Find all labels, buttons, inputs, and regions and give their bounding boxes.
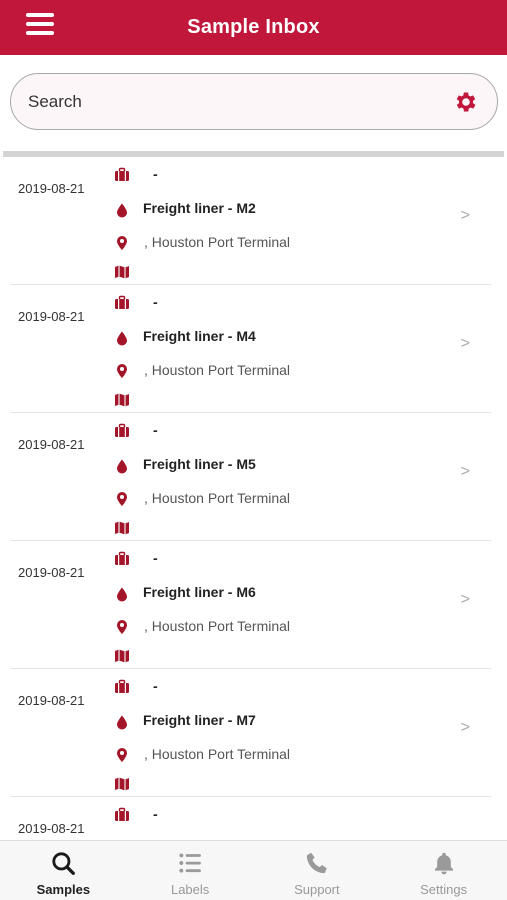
sample-row[interactable]: 2019-08-21 - Freight liner - M5 , Housto… (10, 413, 492, 541)
sample-date: 2019-08-21 (18, 437, 85, 452)
tab-label: Support (294, 882, 340, 897)
search-input[interactable] (28, 91, 453, 112)
gear-icon[interactable] (453, 89, 479, 115)
chevron-right-icon: > (460, 335, 470, 352)
sample-location: , Houston Port Terminal (144, 234, 291, 250)
chevron-right-icon: > (460, 719, 470, 736)
tab-label: Labels (170, 882, 210, 897)
location-pin-icon (117, 364, 127, 378)
map-icon (115, 521, 129, 535)
briefcase-icon (115, 679, 129, 693)
sample-id: - (153, 678, 158, 694)
location-pin-icon (117, 620, 127, 634)
sample-date: 2019-08-21 (18, 309, 85, 324)
sample-name: Freight liner - M6 (143, 584, 256, 600)
sample-row[interactable]: 2019-08-21 - (10, 797, 492, 840)
sample-date: 2019-08-21 (18, 693, 85, 708)
chevron-right-icon: > (460, 591, 470, 608)
sample-location: , Houston Port Terminal (144, 362, 291, 378)
drop-icon (117, 203, 127, 218)
tab-label: Samples (36, 882, 91, 897)
chevron-right-icon: > (460, 463, 470, 480)
sample-row[interactable]: 2019-08-21 - Freight liner - M2 , Housto… (10, 157, 492, 285)
sample-row[interactable]: 2019-08-21 - Freight liner - M4 , Housto… (10, 285, 492, 413)
briefcase-icon (115, 551, 129, 565)
list-icon (179, 853, 201, 873)
tab-bar: Samples Labels Support Settings (0, 840, 507, 900)
sample-row[interactable]: 2019-08-21 - Freight liner - M7 , Housto… (10, 669, 492, 797)
map-icon (115, 777, 129, 791)
sample-id: - (153, 166, 158, 182)
briefcase-icon (115, 807, 129, 821)
bell-icon (434, 852, 453, 875)
sample-id: - (153, 294, 158, 310)
location-pin-icon (117, 236, 127, 250)
chevron-right-icon: > (460, 207, 470, 224)
sample-id: - (153, 422, 158, 438)
sample-location: , Houston Port Terminal (144, 618, 291, 634)
sample-date: 2019-08-21 (18, 821, 85, 836)
tab-support[interactable]: Support (254, 841, 381, 900)
search-bar (10, 73, 498, 130)
tab-labels[interactable]: Labels (127, 841, 254, 900)
drop-icon (117, 459, 127, 474)
phone-icon (306, 852, 327, 874)
tab-samples[interactable]: Samples (0, 841, 127, 900)
sample-row[interactable]: 2019-08-21 - Freight liner - M6 , Housto… (10, 541, 492, 669)
map-icon (115, 265, 129, 279)
sample-date: 2019-08-21 (18, 181, 85, 196)
drop-icon (117, 715, 127, 730)
tab-settings[interactable]: Settings (380, 841, 507, 900)
briefcase-icon (115, 423, 129, 437)
map-icon (115, 393, 129, 407)
search-icon (52, 852, 76, 875)
sample-name: Freight liner - M4 (143, 328, 256, 344)
sample-id: - (153, 806, 158, 822)
drop-icon (117, 587, 127, 602)
sample-name: Freight liner - M5 (143, 456, 256, 472)
sample-date: 2019-08-21 (18, 565, 85, 580)
tab-label: Settings (420, 882, 468, 897)
app-header: Sample Inbox (0, 0, 507, 55)
page-title: Sample Inbox (187, 16, 320, 38)
briefcase-icon (115, 295, 129, 309)
map-icon (115, 649, 129, 663)
sample-list: 2019-08-21 - Freight liner - M2 , Housto… (0, 157, 507, 840)
briefcase-icon (115, 167, 129, 181)
sample-location: , Houston Port Terminal (144, 746, 291, 762)
location-pin-icon (117, 748, 127, 762)
sample-id: - (153, 550, 158, 566)
drop-icon (117, 331, 127, 346)
location-pin-icon (117, 492, 127, 506)
sample-name: Freight liner - M2 (143, 200, 256, 216)
sample-name: Freight liner - M7 (143, 712, 256, 728)
menu-icon[interactable] (26, 13, 54, 39)
sample-location: , Houston Port Terminal (144, 490, 291, 506)
